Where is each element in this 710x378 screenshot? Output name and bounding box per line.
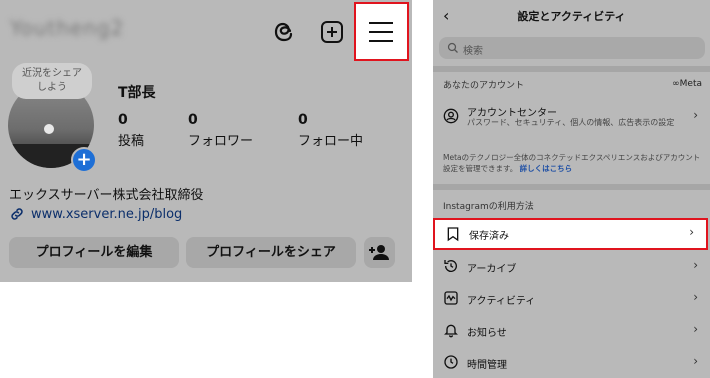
learn-more-link[interactable]: 詳しくはこちら: [520, 164, 573, 173]
note-line-2: しよう: [37, 82, 67, 93]
activity-icon: [444, 291, 458, 305]
time-management-label: 時間管理: [467, 360, 507, 371]
profile-link-text: www.xserver.ne.jp/blog: [31, 206, 183, 222]
bell-icon: [444, 324, 458, 338]
notifications-label: お知らせ: [467, 328, 507, 339]
menu-icon-bar: [369, 40, 393, 42]
stat-following-count: 0: [298, 112, 308, 128]
add-story-button[interactable]: +: [71, 147, 97, 173]
link-icon: [11, 208, 23, 220]
divider: [433, 66, 710, 72]
chevron-right-icon: ›: [693, 322, 698, 336]
settings-title: 設定とアクティビティ: [517, 10, 626, 23]
stat-posts-label: 投稿: [118, 134, 145, 149]
search-placeholder: 検索: [463, 46, 483, 57]
meta-logo: ∞Meta: [672, 79, 702, 89]
edit-profile-button[interactable]: プロフィールを編集: [9, 237, 179, 268]
section-how-to-use: Instagramの利用方法: [443, 202, 534, 212]
saved-label: 保存済み: [469, 231, 509, 242]
create-post-icon[interactable]: [320, 20, 344, 44]
stat-posts-count: 0: [118, 112, 128, 128]
clock-icon: [444, 355, 458, 369]
account-center-icon: [443, 108, 459, 124]
bookmark-icon: [447, 227, 459, 242]
meta-note: Metaのテクノロジー全体のコネクテッドエクスペリエンスおよびアカウント設定を管…: [443, 152, 705, 174]
stat-following-label: フォロー中: [298, 134, 364, 149]
divider: [433, 184, 710, 190]
stat-followers[interactable]: 0 フォロワー: [188, 112, 253, 149]
search-icon: [447, 42, 458, 53]
add-person-icon: [369, 245, 389, 260]
time-management-row[interactable]: 時間管理 ›: [433, 350, 710, 376]
chevron-right-icon: ›: [689, 225, 694, 239]
menu-button[interactable]: [354, 2, 409, 61]
archive-label: アーカイブ: [467, 264, 517, 275]
settings-panel: ‹ 設定とアクティビティ 検索 あなたのアカウント ∞Meta アカウントセンタ…: [433, 0, 710, 378]
profile-link[interactable]: www.xserver.ne.jp/blog: [9, 206, 182, 222]
menu-icon: [369, 22, 393, 24]
activity-row[interactable]: アクティビティ ›: [433, 286, 710, 312]
menu-icon-bar: [369, 31, 393, 33]
activity-label: アクティビティ: [467, 296, 536, 307]
stat-followers-count: 0: [188, 112, 198, 128]
chevron-right-icon: ›: [693, 290, 698, 304]
profile-bio: エックスサーバー株式会社取締役: [9, 188, 204, 203]
note-line-1: 近況をシェア: [22, 68, 82, 79]
share-profile-button[interactable]: プロフィールをシェア: [186, 237, 356, 268]
discover-people-button[interactable]: [364, 237, 395, 268]
section-your-account: あなたのアカウント: [443, 81, 525, 91]
profile-panel: Youtheng2 近況をシェア しよう + T部長 0 投稿 0 フォロワー …: [0, 0, 412, 282]
note-bubble[interactable]: 近況をシェア しよう: [12, 63, 92, 99]
settings-header: ‹ 設定とアクティビティ: [433, 0, 710, 30]
stat-posts[interactable]: 0 投稿: [118, 112, 144, 149]
avatar-sun: [44, 124, 54, 134]
chevron-right-icon: ›: [693, 108, 698, 122]
saved-row[interactable]: 保存済み ›: [433, 218, 708, 250]
search-input[interactable]: 検索: [439, 37, 705, 59]
archive-row[interactable]: アーカイブ ›: [433, 254, 710, 280]
notifications-row[interactable]: お知らせ ›: [433, 318, 710, 344]
chevron-right-icon: ›: [693, 258, 698, 272]
archive-icon: [444, 260, 457, 272]
account-center-description: パスワード、セキュリティ、個人の情報、広告表示の設定: [467, 118, 675, 127]
stat-followers-label: フォロワー: [188, 134, 254, 149]
display-name: T部長: [118, 85, 156, 101]
chevron-right-icon: ›: [693, 354, 698, 368]
stat-following[interactable]: 0 フォロー中: [298, 112, 363, 149]
profile-username: Youtheng2: [10, 16, 125, 40]
threads-icon[interactable]: [273, 20, 297, 44]
